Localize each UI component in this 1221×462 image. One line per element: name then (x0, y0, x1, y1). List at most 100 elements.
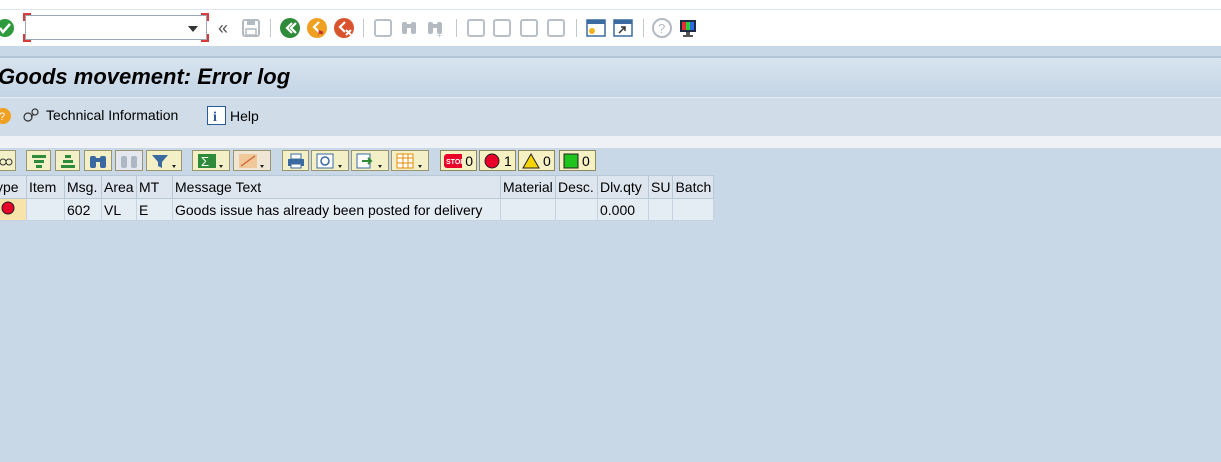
dlv-qty-cell[interactable]: 0.000 (597, 198, 649, 221)
su-cell[interactable] (647, 198, 674, 221)
cancel-icon[interactable] (333, 16, 355, 40)
previous-page-icon[interactable] (491, 16, 513, 40)
find-next-button[interactable] (115, 150, 143, 171)
find-button[interactable] (84, 150, 112, 171)
layout-button[interactable] (391, 150, 429, 171)
svg-text:STOP: STOP (446, 159, 462, 166)
find-icon[interactable] (398, 16, 420, 40)
sort-ascending-icon (31, 154, 46, 168)
sort-descending-icon (60, 154, 75, 168)
print-icon[interactable] (372, 16, 394, 40)
binoculars-icon (90, 155, 106, 168)
help-button[interactable]: i Help (207, 106, 259, 125)
column-header-desc[interactable]: Desc. (555, 175, 598, 199)
print-preview-button[interactable] (282, 150, 309, 171)
back-icon[interactable] (279, 16, 301, 40)
subtotal-button[interactable] (233, 150, 271, 171)
stop-counter[interactable]: STOP 0 (440, 150, 477, 171)
title-bar: Goods movement: Error log (0, 56, 1221, 98)
filter-icon (152, 154, 176, 168)
chevron-down-icon[interactable] (188, 26, 198, 32)
standard-toolbar: « ⚑ + ? (0, 10, 1221, 46)
glasses-icon (0, 158, 13, 165)
warning-counter[interactable]: 0 (518, 150, 555, 171)
sort-descending-button[interactable] (55, 150, 80, 171)
total-button[interactable]: Σ (192, 150, 230, 171)
type-cell[interactable] (0, 198, 27, 221)
other-log-button[interactable]: ? (0, 107, 12, 125)
customize-layout-icon[interactable] (677, 16, 699, 40)
export-icon (356, 153, 382, 168)
column-header-area[interactable]: Area (101, 175, 137, 199)
table-row[interactable]: 602 VL E Goods issue has already been po… (0, 198, 715, 221)
item-cell[interactable] (26, 198, 65, 221)
column-header-item[interactable]: Item (26, 175, 65, 199)
filter-button[interactable] (146, 150, 182, 171)
material-cell[interactable] (500, 198, 556, 221)
shortcut-icon[interactable] (612, 16, 634, 40)
info-icon: i (207, 106, 226, 125)
success-count: 0 (582, 152, 590, 169)
views-button[interactable] (311, 150, 349, 171)
column-header-message-text[interactable]: Message Text (172, 175, 501, 199)
stop-icon: STOP (444, 153, 463, 168)
batch-cell[interactable] (672, 198, 715, 221)
technical-information-icon (23, 108, 39, 122)
enter-icon[interactable] (0, 16, 16, 40)
log-icon: ? (0, 108, 11, 124)
sort-ascending-button[interactable] (26, 150, 51, 171)
subtotal-icon (239, 153, 264, 168)
stop-count: 0 (465, 152, 473, 169)
msg-cell[interactable]: 602 (64, 198, 102, 221)
last-page-icon[interactable] (545, 16, 567, 40)
application-toolbar: ? Technical Information i Help (0, 97, 1221, 137)
message-text-cell[interactable]: Goods issue has already been posted for … (172, 198, 501, 221)
command-field[interactable] (23, 13, 209, 42)
window-top-strip (0, 0, 1221, 10)
views-icon (316, 153, 342, 168)
error-count: 1 (504, 152, 512, 169)
column-header-batch[interactable]: Batch (672, 175, 715, 199)
binoculars-plus-icon (121, 155, 137, 168)
success-counter[interactable]: 0 (559, 150, 596, 171)
error-icon (484, 153, 500, 168)
printer-icon (287, 153, 304, 168)
collapse-icon[interactable]: « (215, 16, 231, 40)
details-button[interactable] (0, 150, 16, 171)
column-header-su[interactable]: SU (647, 175, 674, 199)
layout-icon (396, 153, 422, 168)
help-icon[interactable]: ? (651, 16, 673, 40)
alv-toolbar: Σ STOP 0 1 0 0 (0, 149, 1221, 173)
save-icon[interactable] (240, 16, 262, 40)
first-page-icon[interactable] (465, 16, 487, 40)
find-next-icon[interactable]: + (424, 16, 446, 40)
svg-text:⚑: ⚑ (317, 29, 324, 38)
warning-count: 0 (543, 152, 551, 169)
page-title: Goods movement: Error log (0, 64, 291, 89)
column-header-material[interactable]: Material (500, 175, 556, 199)
svg-text:i: i (213, 110, 217, 125)
svg-text:Σ: Σ (201, 154, 209, 169)
next-page-icon[interactable] (518, 16, 540, 40)
export-button[interactable] (351, 150, 389, 171)
table-header-row: ype Item Msg. Area MT Message Text Mater… (0, 175, 715, 199)
help-label: Help (230, 107, 259, 124)
column-header-mt[interactable]: MT (136, 175, 173, 199)
column-header-msg[interactable]: Msg. (64, 175, 102, 199)
desc-cell[interactable] (555, 198, 598, 221)
column-header-type[interactable]: ype (0, 175, 27, 199)
content-separator (0, 136, 1221, 148)
svg-text:?: ? (0, 111, 5, 123)
area-cell[interactable]: VL (101, 198, 137, 221)
error-counter[interactable]: 1 (479, 150, 516, 171)
create-session-icon[interactable] (585, 16, 607, 40)
svg-text:+: + (437, 31, 442, 38)
error-icon (1, 201, 15, 215)
success-icon (563, 153, 579, 168)
error-log-table: ype Item Msg. Area MT Message Text Mater… (0, 175, 715, 221)
column-header-dlv-qty[interactable]: Dlv.qty (597, 175, 649, 199)
technical-information-button[interactable]: Technical Information (22, 106, 178, 124)
mt-cell[interactable]: E (136, 198, 173, 221)
exit-icon[interactable]: ⚑ (306, 16, 328, 40)
svg-text:?: ? (658, 21, 665, 36)
